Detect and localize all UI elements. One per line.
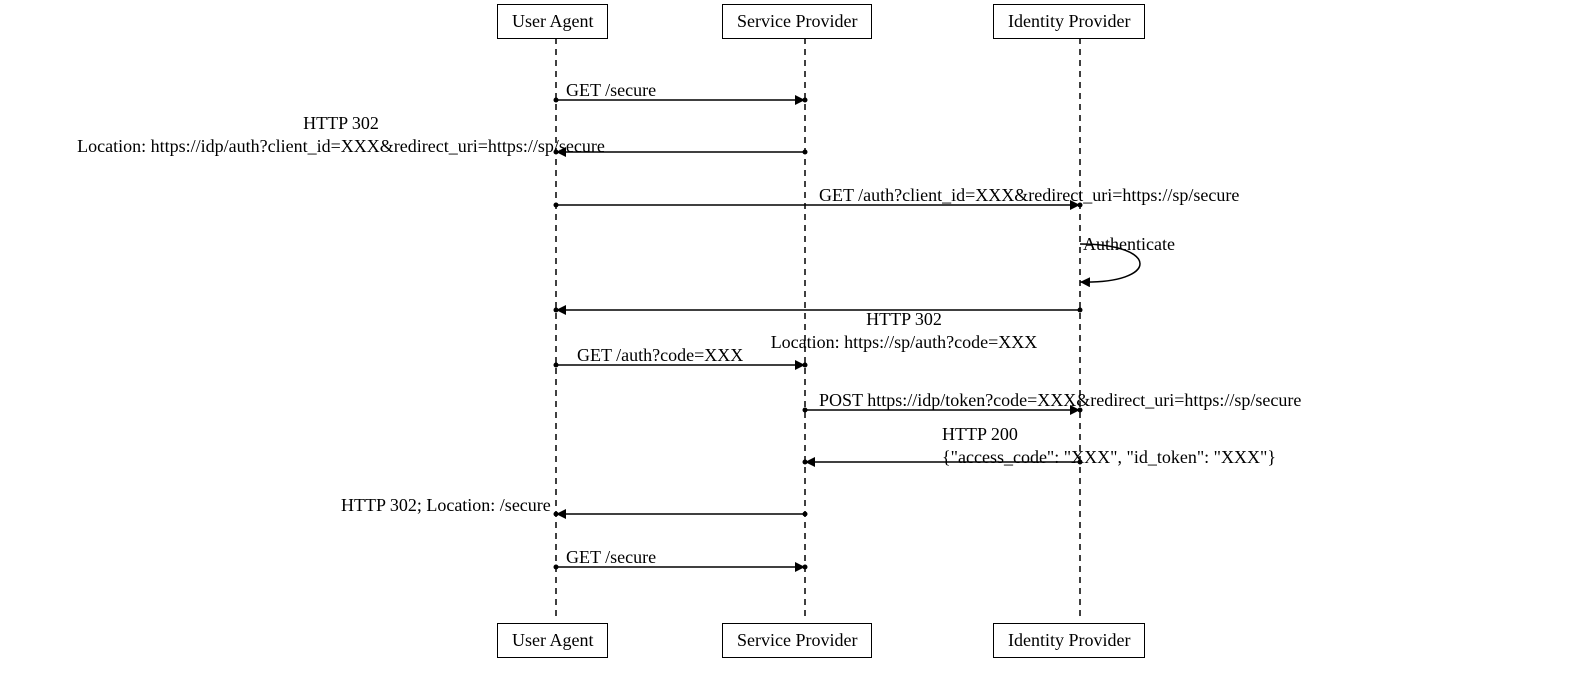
participant-service-provider-top: Service Provider bbox=[722, 4, 872, 39]
msg-get-secure-1: GET /secure bbox=[566, 79, 656, 102]
participant-identity-provider-top: Identity Provider bbox=[993, 4, 1145, 39]
msg-200-token-line2: {"access_code": "XXX", "id_token": "XXX"… bbox=[942, 446, 1276, 469]
participant-identity-provider-bottom: Identity Provider bbox=[993, 623, 1145, 658]
participant-service-provider-bottom: Service Provider bbox=[722, 623, 872, 658]
msg-302-secure: HTTP 302; Location: /secure bbox=[341, 494, 551, 517]
msg-authenticate-self: Authenticate bbox=[1083, 233, 1175, 256]
msg-302-redirect-sp-line2: Location: https://sp/auth?code=XXX bbox=[734, 331, 1074, 354]
msg-get-auth-idp: GET /auth?client_id=XXX&redirect_uri=htt… bbox=[819, 184, 1239, 207]
msg-200-token-line1: HTTP 200 bbox=[942, 423, 1276, 446]
msg-200-token: HTTP 200 {"access_code": "XXX", "id_toke… bbox=[942, 423, 1276, 468]
msg-302-redirect-sp: HTTP 302 Location: https://sp/auth?code=… bbox=[734, 308, 1074, 353]
participant-user-agent-bottom: User Agent bbox=[497, 623, 608, 658]
msg-302-redirect-idp-line2: Location: https://idp/auth?client_id=XXX… bbox=[3, 135, 679, 158]
participant-user-agent-top: User Agent bbox=[497, 4, 608, 39]
msg-post-token: POST https://idp/token?code=XXX&redirect… bbox=[819, 389, 1301, 412]
msg-302-redirect-idp: HTTP 302 Location: https://idp/auth?clie… bbox=[3, 112, 679, 157]
msg-get-auth-code: GET /auth?code=XXX bbox=[577, 344, 743, 367]
msg-302-redirect-sp-line1: HTTP 302 bbox=[734, 308, 1074, 331]
msg-get-secure-2: GET /secure bbox=[566, 546, 656, 569]
sequence-diagram: User Agent Service Provider Identity Pro… bbox=[0, 0, 1595, 683]
msg-302-redirect-idp-line1: HTTP 302 bbox=[3, 112, 679, 135]
